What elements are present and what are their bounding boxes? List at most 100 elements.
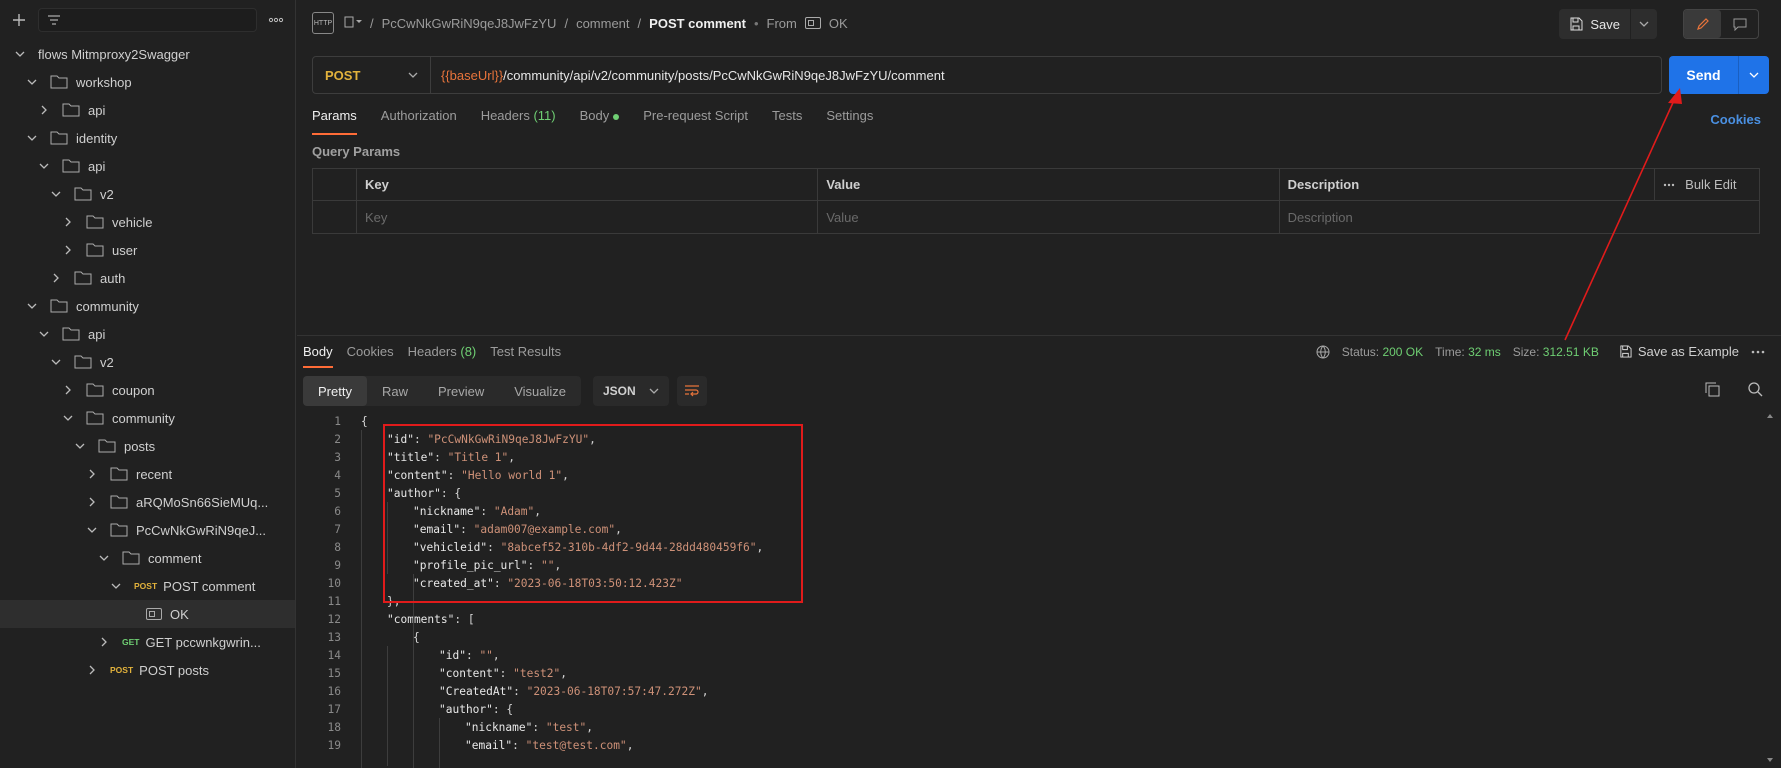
tree-folder-item[interactable]: identity [0,124,295,152]
chevron-down-icon[interactable] [96,550,112,566]
chevron-down-icon[interactable] [72,438,88,454]
status-value[interactable]: 200 OK [1382,345,1423,359]
chevron-down-icon[interactable] [48,186,64,202]
tree-item-label: POST comment [163,578,256,594]
tree-example-item[interactable]: OK [0,600,295,628]
method-select[interactable]: POST [313,57,431,93]
pane-divider[interactable] [297,335,1781,336]
chevron-right-icon[interactable] [60,242,76,258]
filter-input[interactable] [38,8,257,32]
tab-prerequest-script[interactable]: Pre-request Script [643,108,748,135]
chevron-down-icon[interactable] [1631,9,1657,39]
tree-folder-item[interactable]: auth [0,264,295,292]
tree-folder-item[interactable]: PcCwNkGwRiN9qeJ... [0,516,295,544]
chevron-right-icon[interactable] [96,634,112,650]
value-input[interactable]: Value [818,201,1280,233]
tab-test-results[interactable]: Test Results [490,344,561,368]
tab-authorization[interactable]: Authorization [381,108,457,135]
chevron-right-icon[interactable] [60,214,76,230]
view-preview[interactable]: Preview [423,376,499,406]
editor-scrollbar[interactable] [1767,412,1773,764]
tree-folder-item[interactable]: comment [0,544,295,572]
chevron-right-icon[interactable] [60,382,76,398]
tree-folder-item[interactable]: flows Mitmproxy2Swagger [0,40,295,68]
chevron-right-icon[interactable] [84,494,100,510]
chevron-down-icon[interactable] [48,354,64,370]
copy-icon[interactable] [1705,382,1720,397]
http-request-icon: HTTP [312,12,334,34]
chevron-down-icon[interactable] [60,410,76,426]
globe-icon[interactable] [1316,345,1330,359]
tree-request-item[interactable]: GET GET pccwnkgwrin... [0,628,295,656]
json-punct: , [492,648,500,662]
chevron-down-icon[interactable] [84,522,100,538]
tab-response-body[interactable]: Body [303,344,333,368]
search-icon[interactable] [1748,382,1763,397]
chevron-down-icon[interactable] [108,578,124,594]
tab-response-headers[interactable]: Headers (8) [408,344,477,368]
tab-body[interactable]: Body [580,108,620,135]
tree-folder-item[interactable]: user [0,236,295,264]
tree-request-item[interactable]: POST POST posts [0,656,295,684]
chevron-right-icon[interactable] [36,102,52,118]
save-as-example-button[interactable]: Save as Example [1619,344,1739,359]
description-input[interactable]: Description [1280,201,1759,233]
tab-response-headers-label: Headers [407,344,457,359]
size-value[interactable]: 312.51 KB [1543,345,1599,359]
tab-response-cookies[interactable]: Cookies [347,344,394,368]
chevron-down-icon[interactable] [24,130,40,146]
chevron-right-icon[interactable] [48,270,64,286]
tree-folder-item[interactable]: posts [0,432,295,460]
save-label: Save [1590,16,1620,32]
bulk-edit-button[interactable]: Bulk Edit [1655,169,1759,200]
breadcrumb-subfolder[interactable]: comment [576,16,629,31]
chevron-down-icon[interactable] [36,158,52,174]
chevron-down-icon[interactable] [12,46,28,62]
view-raw[interactable]: Raw [367,376,423,406]
time-value[interactable]: 32 ms [1468,345,1501,359]
chevron-down-icon[interactable] [24,298,40,314]
from-example-link[interactable]: OK [829,16,848,31]
save-button[interactable]: Save [1559,9,1631,39]
chevron-right-icon[interactable] [84,466,100,482]
tree-folder-item[interactable]: workshop [0,68,295,96]
chevron-down-icon[interactable] [36,326,52,342]
from-label: From [766,15,797,31]
tree-folder-item[interactable]: api [0,96,295,124]
edit-pencil-icon[interactable] [1684,10,1721,38]
tree-folder-item[interactable]: v2 [0,348,295,376]
tree-folder-item[interactable]: aRQMoSn66SieMUq... [0,488,295,516]
json-punct: , [560,666,568,680]
tab-headers[interactable]: Headers (11) [481,108,556,135]
breadcrumb-folder[interactable]: PcCwNkGwRiN9qeJ8JwFzYU [382,16,557,31]
cookies-link[interactable]: Cookies [1710,112,1761,127]
tree-folder-item[interactable]: recent [0,460,295,488]
send-button[interactable]: Send [1669,56,1739,94]
tab-tests[interactable]: Tests [772,108,802,135]
wrap-lines-icon[interactable] [677,376,707,406]
more-options-icon[interactable] [1751,350,1765,354]
view-pretty[interactable]: Pretty [303,376,367,406]
key-input[interactable]: Key [357,201,819,233]
comments-icon[interactable] [1721,10,1758,38]
tree-folder-item[interactable]: community [0,292,295,320]
chevron-right-icon[interactable] [84,662,100,678]
view-visualize[interactable]: Visualize [499,376,581,406]
tab-settings[interactable]: Settings [826,108,873,135]
more-options-icon[interactable] [1663,183,1675,187]
tree-folder-item[interactable]: community [0,404,295,432]
tab-params[interactable]: Params [312,108,357,135]
more-options-icon[interactable] [265,9,287,31]
tree-request-item[interactable]: POST POST comment [0,572,295,600]
tree-folder-item[interactable]: api [0,152,295,180]
tree-folder-item[interactable]: v2 [0,180,295,208]
tree-folder-item[interactable]: vehicle [0,208,295,236]
tree-folder-item[interactable]: api [0,320,295,348]
format-select[interactable]: JSON [593,376,669,406]
chevron-down-icon[interactable] [24,74,40,90]
add-icon[interactable] [8,9,30,31]
url-input[interactable]: {{baseUrl}}/community/api/v2/community/p… [431,68,945,83]
collection-dropdown-icon[interactable] [342,15,362,32]
tree-folder-item[interactable]: coupon [0,376,295,404]
chevron-down-icon[interactable] [1739,56,1769,94]
